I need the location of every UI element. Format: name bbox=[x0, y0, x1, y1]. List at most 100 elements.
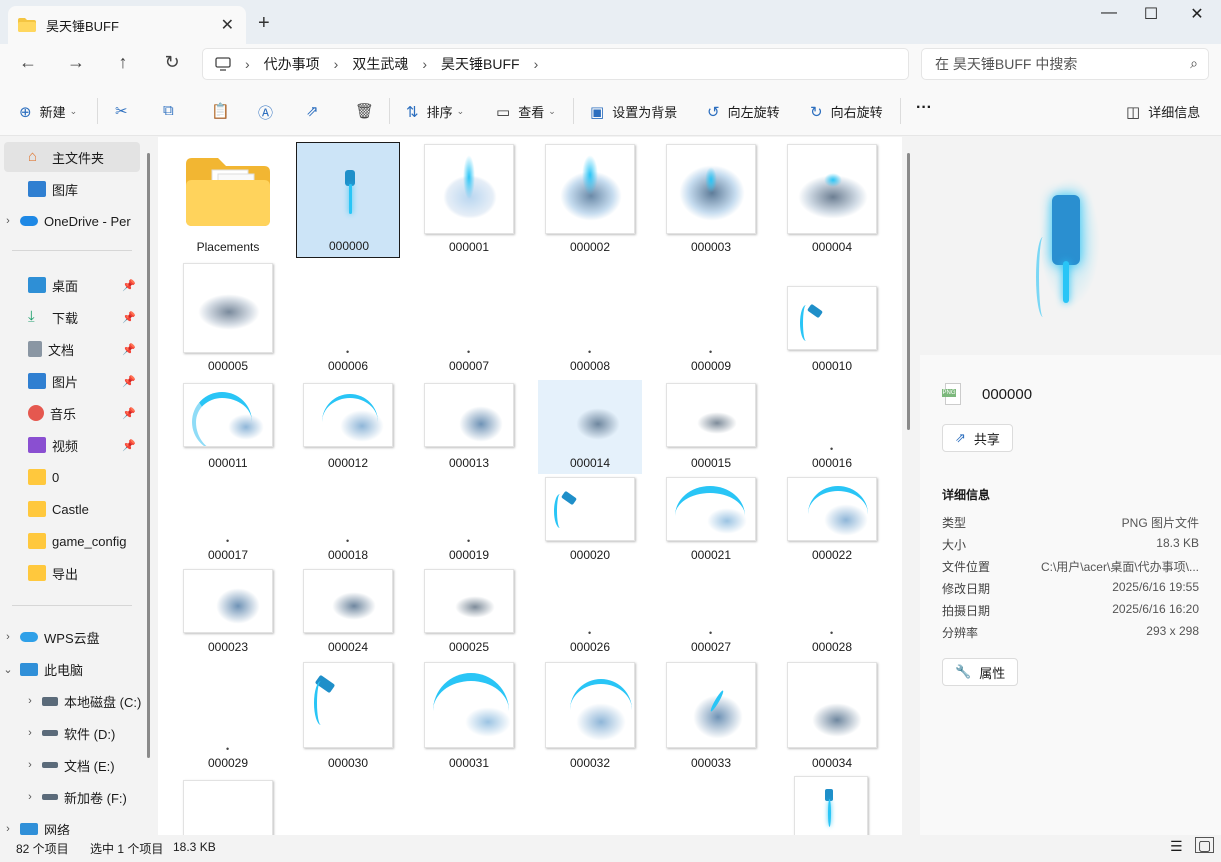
sidebar-item-music[interactable]: 音乐 📌 bbox=[4, 398, 140, 428]
pin-icon[interactable]: 📌 bbox=[122, 407, 136, 420]
sort-button[interactable]: ⇅ 排序 ⌄ bbox=[406, 102, 464, 121]
file-item[interactable]: 000022 bbox=[780, 474, 884, 566]
set-background-button[interactable]: ▣ 设置为背景 bbox=[590, 102, 677, 121]
file-item[interactable]: 000023 bbox=[176, 566, 280, 658]
file-item[interactable]: 000001 bbox=[417, 142, 521, 258]
chevron-right-icon[interactable]: › bbox=[18, 727, 42, 739]
file-item[interactable]: • 000026 bbox=[538, 566, 642, 658]
file-item[interactable]: 000005 bbox=[176, 261, 280, 377]
tab-current[interactable]: 昊天锤BUFF ✕ bbox=[8, 6, 246, 44]
chevron-right-icon[interactable]: › bbox=[4, 215, 20, 227]
sidebar-item-drive-f[interactable]: › 新加卷 (F:) bbox=[18, 782, 154, 812]
file-item[interactable]: 000030 bbox=[296, 658, 400, 774]
sidebar-item-pictures[interactable]: 图片 📌 bbox=[4, 366, 140, 396]
sidebar-item-this-pc[interactable]: ⌄ 此电脑 bbox=[4, 654, 140, 684]
details-pane-button[interactable]: ◫ 详细信息 bbox=[1126, 102, 1200, 121]
sidebar-item-game-config[interactable]: game_config bbox=[4, 526, 140, 556]
file-item[interactable]: 000002 bbox=[538, 142, 642, 258]
sidebar-item-wps[interactable]: › WPS云盘 bbox=[4, 622, 140, 652]
file-item[interactable]: • 000016 bbox=[780, 380, 884, 474]
file-item[interactable]: 000012 bbox=[296, 380, 400, 474]
properties-button[interactable]: 🔧 属性 bbox=[942, 658, 1019, 686]
file-item[interactable]: • 000008 bbox=[538, 261, 642, 377]
sidebar-item-desktop[interactable]: 桌面 📌 bbox=[4, 270, 140, 300]
paste-button[interactable]: 📋 bbox=[211, 102, 238, 120]
file-item[interactable]: 000015 bbox=[659, 380, 763, 474]
rotate-left-button[interactable]: ↺ 向左旋转 bbox=[707, 102, 780, 121]
file-item[interactable]: 000021 bbox=[659, 474, 763, 566]
file-item[interactable]: 000013 bbox=[417, 380, 521, 474]
new-button[interactable]: ⊕ 新建 ⌄ bbox=[19, 102, 77, 121]
sidebar-item-home[interactable]: ⌂ 主文件夹 bbox=[4, 142, 140, 172]
file-item[interactable]: • 000018 bbox=[296, 474, 400, 566]
file-item[interactable]: • 000009 bbox=[659, 261, 763, 377]
file-item[interactable]: 000032 bbox=[538, 658, 642, 774]
sidebar-item-documents[interactable]: 文档 📌 bbox=[4, 334, 140, 364]
file-item[interactable]: 000003 bbox=[659, 142, 763, 258]
file-item[interactable] bbox=[787, 774, 891, 835]
chevron-right-icon[interactable]: › bbox=[18, 759, 42, 771]
file-item[interactable]: 000000 bbox=[296, 142, 400, 258]
file-item[interactable] bbox=[176, 778, 280, 835]
file-item[interactable]: • 000017 bbox=[176, 474, 280, 566]
tiles-view-icon[interactable]: ▢ bbox=[1195, 837, 1215, 853]
file-item[interactable]: • 000028 bbox=[780, 566, 884, 658]
folder-item[interactable]: Placements bbox=[176, 142, 280, 258]
sidebar-item-videos[interactable]: 视频 📌 bbox=[4, 430, 140, 460]
delete-button[interactable]: 🗑 bbox=[355, 102, 382, 120]
pin-icon[interactable]: 📌 bbox=[122, 439, 136, 452]
file-item[interactable]: 000020 bbox=[538, 474, 642, 566]
chevron-right-icon[interactable]: › bbox=[534, 56, 539, 72]
up-button[interactable]: ↑ bbox=[110, 52, 136, 73]
chevron-right-icon[interactable]: › bbox=[4, 631, 20, 643]
sidebar-item-castle[interactable]: Castle bbox=[4, 494, 140, 524]
minimize-button[interactable]: — bbox=[1086, 4, 1132, 22]
sidebar-item-downloads[interactable]: ⤓ 下载 📌 bbox=[4, 302, 140, 332]
sidebar-item-gallery[interactable]: 图库 bbox=[4, 174, 140, 204]
copy-button[interactable]: ⧉ bbox=[163, 102, 182, 119]
back-button[interactable]: ← bbox=[15, 52, 41, 73]
search-input[interactable]: 在 昊天锤BUFF 中搜索 ⌕ bbox=[921, 48, 1209, 80]
chevron-right-icon[interactable]: › bbox=[18, 695, 42, 707]
file-item[interactable]: • 000027 bbox=[659, 566, 763, 658]
cut-button[interactable]: ✂ bbox=[115, 102, 136, 120]
file-item[interactable]: 000004 bbox=[780, 142, 884, 258]
sidebar-item-drive-d[interactable]: › 软件 (D:) bbox=[18, 718, 154, 748]
file-item[interactable]: 000024 bbox=[296, 566, 400, 658]
breadcrumb-item[interactable]: 代办事项 bbox=[264, 54, 320, 74]
pin-icon[interactable]: 📌 bbox=[122, 375, 136, 388]
address-bar[interactable]: › 代办事项 › 双生武魂 › 昊天锤BUFF › bbox=[202, 48, 909, 80]
details-view-icon[interactable]: ☰ bbox=[1170, 838, 1183, 855]
file-item[interactable]: 000031 bbox=[417, 658, 521, 774]
sidebar-item-drive-c[interactable]: › 本地磁盘 (C:) bbox=[18, 686, 154, 716]
more-options-button[interactable]: ··· bbox=[916, 99, 932, 117]
file-grid-scrollbar[interactable] bbox=[907, 153, 910, 430]
file-item[interactable]: • 000019 bbox=[417, 474, 521, 566]
file-item[interactable]: 000025 bbox=[417, 566, 521, 658]
file-item[interactable]: 000034 bbox=[780, 658, 884, 774]
sidebar-item-drive-e[interactable]: › 文档 (E:) bbox=[18, 750, 154, 780]
rotate-right-button[interactable]: ↻ 向右旋转 bbox=[810, 102, 883, 121]
file-item[interactable]: 000014 bbox=[538, 380, 642, 474]
chevron-right-icon[interactable]: › bbox=[18, 791, 42, 803]
pin-icon[interactable]: 📌 bbox=[122, 279, 136, 292]
rename-button[interactable]: Ⓐ bbox=[258, 102, 281, 123]
sidebar-item-network[interactable]: › 网络 bbox=[4, 814, 140, 835]
chevron-down-icon[interactable]: ⌄ bbox=[4, 663, 20, 676]
new-tab-button[interactable]: + bbox=[258, 12, 270, 35]
share-button[interactable]: ⇗ bbox=[306, 102, 327, 120]
close-window-button[interactable]: ✕ bbox=[1174, 4, 1220, 24]
sidebar-scrollbar[interactable] bbox=[147, 153, 150, 758]
pin-icon[interactable]: 📌 bbox=[122, 343, 136, 356]
sidebar-item-export[interactable]: 导出 bbox=[4, 558, 140, 588]
refresh-button[interactable]: ↻ bbox=[159, 52, 185, 73]
maximize-button[interactable]: ☐ bbox=[1128, 4, 1174, 24]
file-item[interactable]: 000033 bbox=[659, 658, 763, 774]
breadcrumb-item[interactable]: 昊天锤BUFF bbox=[441, 54, 520, 74]
file-item[interactable]: • 000006 bbox=[296, 261, 400, 377]
forward-button[interactable]: → bbox=[63, 52, 89, 73]
breadcrumb-item[interactable]: 双生武魂 bbox=[352, 54, 408, 74]
file-item[interactable]: • 000007 bbox=[417, 261, 521, 377]
view-button[interactable]: ▭ 查看 ⌄ bbox=[496, 102, 556, 121]
pin-icon[interactable]: 📌 bbox=[122, 311, 136, 324]
